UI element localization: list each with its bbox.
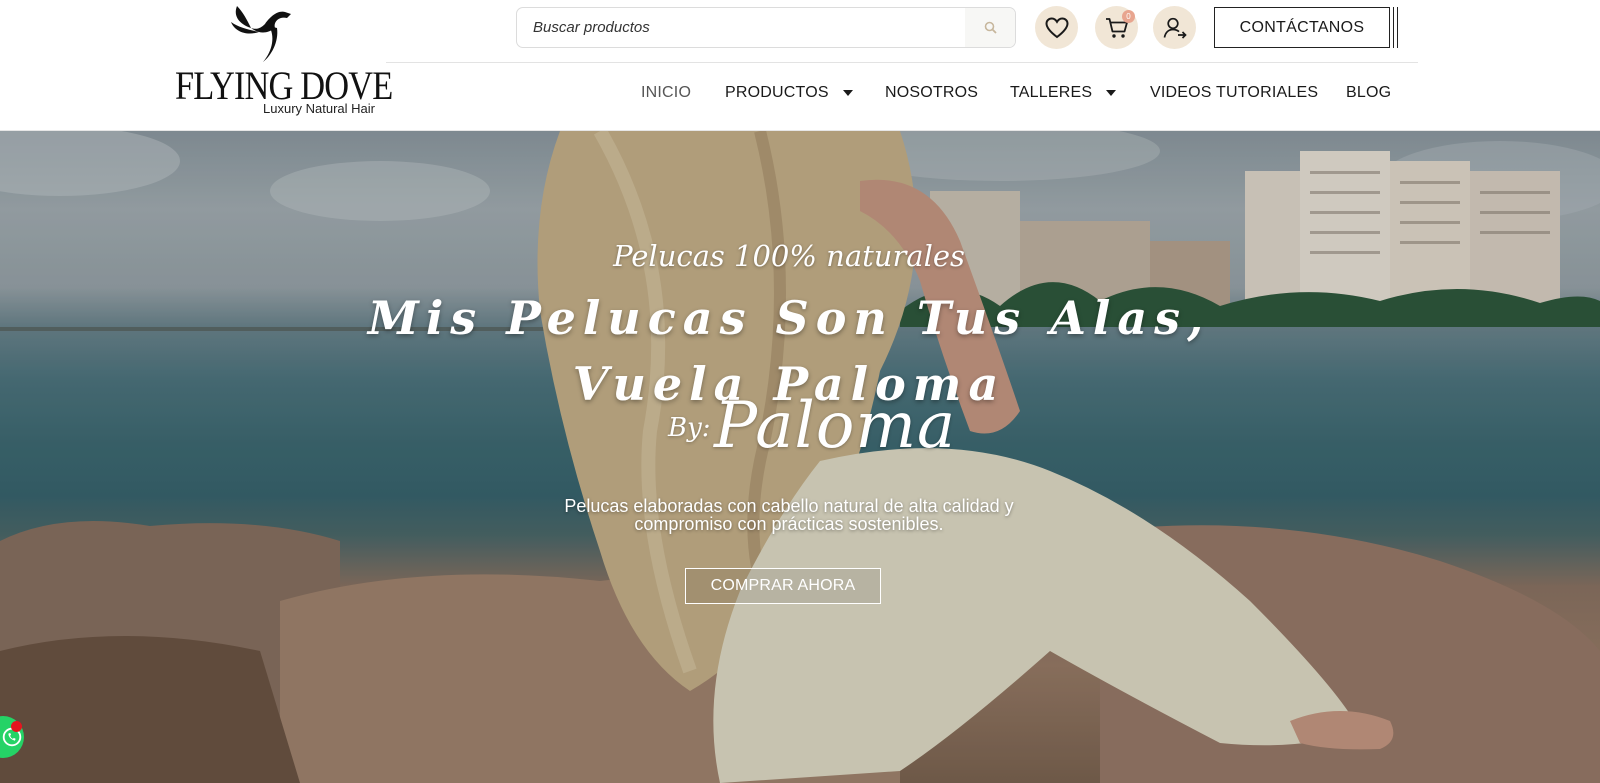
nav-item-videos-tutoriales[interactable]: VIDEOS TUTORIALES xyxy=(1150,82,1318,104)
header-divider xyxy=(386,62,1418,63)
nav-label: TALLERES xyxy=(1010,84,1093,101)
nav-label: INICIO xyxy=(641,84,692,101)
search-icon xyxy=(984,21,997,34)
cart-count-badge: 0 xyxy=(1122,10,1135,23)
brand-tagline: Luxury Natural Hair xyxy=(263,101,375,116)
hero-subtitle: Pelucas elaboradas con cabello natural d… xyxy=(564,496,1014,534)
nav-item-productos[interactable]: PRODUCTOS xyxy=(725,82,853,104)
cart-button[interactable]: 0 xyxy=(1095,6,1138,49)
nav-label: BLOG xyxy=(1346,84,1392,101)
signature-name: Paloma xyxy=(714,389,957,463)
nav-item-nosotros[interactable]: NOSOTROS xyxy=(885,82,978,104)
nav-item-blog[interactable]: BLOG xyxy=(1346,82,1391,104)
wishlist-button[interactable] xyxy=(1035,6,1078,49)
nav-label: VIDEOS TUTORIALES xyxy=(1150,84,1319,101)
brand-logo[interactable]: FLYING DOVE Luxury Natural Hair xyxy=(175,0,393,122)
search-button[interactable] xyxy=(965,8,1015,47)
hero-banner: Pelucas 100% naturales Mis Pelucas Son T… xyxy=(0,131,1600,783)
notification-dot xyxy=(11,721,22,732)
nav-label: NOSOTROS xyxy=(885,84,979,101)
nav-item-inicio[interactable]: INICIO xyxy=(641,82,691,104)
caret-down-icon xyxy=(842,90,853,96)
search-bar xyxy=(516,7,1016,48)
shop-now-button[interactable]: COMPRAR AHORA xyxy=(685,568,881,604)
site-header: FLYING DOVE Luxury Natural Hair 0 xyxy=(0,0,1600,131)
search-input[interactable] xyxy=(517,8,965,47)
signature-by: By: xyxy=(668,413,711,443)
hero-kicker: Pelucas 100% naturales xyxy=(613,239,965,273)
contact-button[interactable]: CONTÁCTANOS xyxy=(1214,7,1390,48)
hero-headline-line-1: Mis Pelucas Son Tus Alas, xyxy=(367,291,1211,345)
heart-icon xyxy=(1044,16,1069,38)
account-button[interactable] xyxy=(1153,6,1196,49)
user-login-icon xyxy=(1163,17,1187,39)
dove-logo-icon xyxy=(231,6,291,62)
nav-item-talleres[interactable]: TALLERES xyxy=(1010,82,1117,104)
caret-down-icon xyxy=(1106,90,1117,96)
nav-label: PRODUCTOS xyxy=(725,84,829,101)
menu-divider xyxy=(1393,7,1398,48)
